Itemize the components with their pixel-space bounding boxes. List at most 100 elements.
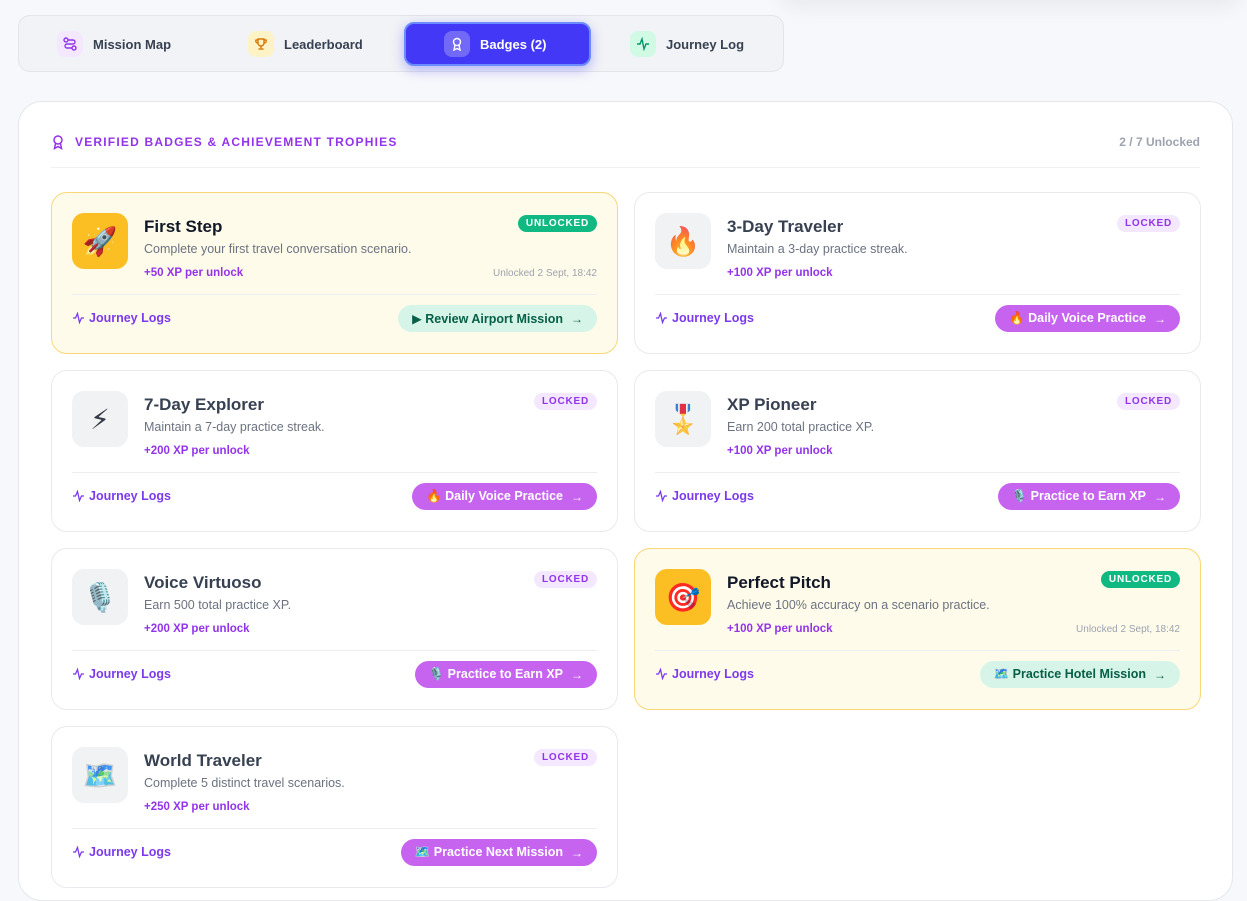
badge-action-button[interactable]: 🗺️ Practice Hotel Mission → bbox=[979, 661, 1180, 688]
journey-logs-label: Journey Logs bbox=[89, 489, 171, 503]
tab-journey-log[interactable]: Journey Log bbox=[630, 22, 780, 66]
badge-xp: +100 XP per unlock bbox=[727, 267, 833, 279]
activity-icon bbox=[630, 31, 656, 57]
journey-logs-link[interactable]: Journey Logs bbox=[72, 845, 171, 859]
badge-card: 🚀 First Step Complete your first travel … bbox=[51, 192, 618, 354]
badge-emoji: 🗺️ bbox=[82, 759, 118, 791]
panel-header: VERIFIED BADGES & ACHIEVEMENT TROPHIES 2… bbox=[51, 135, 1200, 168]
status-badge: LOCKED bbox=[533, 393, 597, 410]
badge-description: Maintain a 3-day practice streak. bbox=[727, 242, 908, 256]
badge-emoji-icon: 🎖️ bbox=[655, 391, 711, 447]
activity-icon bbox=[73, 668, 84, 680]
divider bbox=[72, 650, 597, 651]
badge-title: 3-Day Traveler bbox=[727, 217, 844, 236]
journey-logs-link[interactable]: Journey Logs bbox=[655, 311, 754, 325]
badge-emoji: ⚡ bbox=[90, 403, 110, 435]
journey-logs-label: Journey Logs bbox=[672, 667, 754, 681]
badge-xp: +50 XP per unlock bbox=[144, 267, 244, 279]
badge-action-button[interactable]: 🔥 Daily Voice Practice → bbox=[995, 305, 1180, 332]
badge-description: Complete your first travel conversation … bbox=[144, 242, 412, 256]
trophy-icon bbox=[248, 31, 274, 57]
badge-action-button[interactable]: 🗺️ Practice Next Mission → bbox=[400, 839, 597, 866]
unlock-count: 2 / 7 Unlocked bbox=[1119, 135, 1200, 149]
journey-logs-link[interactable]: Journey Logs bbox=[72, 489, 171, 503]
badge-emoji: 🎙️ bbox=[82, 581, 118, 613]
badge-description: Earn 500 total practice XP. bbox=[144, 598, 292, 612]
badge-action-button[interactable]: 🔥 Daily Voice Practice → bbox=[412, 483, 597, 510]
badge-emoji: 🔥 bbox=[665, 225, 701, 257]
arrow-right-icon: → bbox=[1154, 489, 1166, 504]
badge-action-button[interactable]: 🎙️ Practice to Earn XP → bbox=[414, 661, 597, 688]
badge-xp: +100 XP per unlock bbox=[727, 623, 833, 635]
journey-logs-link[interactable]: Journey Logs bbox=[655, 489, 754, 503]
badge-card: 🗺️ World Traveler Complete 5 distinct tr… bbox=[51, 726, 618, 888]
panel-title: VERIFIED BADGES & ACHIEVEMENT TROPHIES bbox=[75, 135, 398, 149]
badge-card: 🎙️ Voice Virtuoso Earn 500 total practic… bbox=[51, 548, 618, 710]
status-badge: UNLOCKED bbox=[1100, 571, 1180, 588]
journey-logs-label: Journey Logs bbox=[89, 667, 171, 681]
activity-icon bbox=[73, 490, 84, 502]
badge-card: 🎖️ XP Pioneer Earn 200 total practice XP… bbox=[634, 370, 1201, 532]
badge-title: World Traveler bbox=[144, 751, 262, 770]
arrow-right-icon: → bbox=[571, 489, 583, 504]
activity-icon bbox=[656, 490, 667, 502]
unlock-date: Unlocked 2 Sept, 18:42 bbox=[1076, 624, 1180, 635]
badge-emoji: 🚀 bbox=[82, 225, 118, 257]
activity-icon bbox=[73, 846, 84, 858]
divider bbox=[655, 472, 1180, 473]
badge-description: Maintain a 7-day practice streak. bbox=[144, 420, 325, 434]
badge-description: Complete 5 distinct travel scenarios. bbox=[144, 776, 345, 790]
journey-logs-label: Journey Logs bbox=[89, 845, 171, 859]
badge-title: XP Pioneer bbox=[727, 395, 817, 414]
status-badge: LOCKED bbox=[533, 749, 597, 766]
divider bbox=[72, 472, 597, 473]
arrow-right-icon: → bbox=[1154, 667, 1166, 682]
badges-panel: VERIFIED BADGES & ACHIEVEMENT TROPHIES 2… bbox=[18, 101, 1233, 901]
activity-icon bbox=[656, 312, 667, 324]
badge-title: Perfect Pitch bbox=[727, 573, 831, 592]
badge-title: Voice Virtuoso bbox=[144, 573, 262, 592]
tab-label: Leaderboard bbox=[284, 36, 363, 52]
divider bbox=[72, 294, 597, 295]
badge-xp: +250 XP per unlock bbox=[144, 801, 250, 813]
action-label: 🔥 Daily Voice Practice bbox=[426, 489, 563, 503]
journey-logs-link[interactable]: Journey Logs bbox=[655, 667, 754, 681]
status-badge: UNLOCKED bbox=[517, 215, 597, 232]
badge-description: Achieve 100% accuracy on a scenario prac… bbox=[727, 598, 990, 612]
badge-description: Earn 200 total practice XP. bbox=[727, 420, 875, 434]
tab-label: Badges (2) bbox=[480, 36, 547, 52]
status-badge: LOCKED bbox=[533, 571, 597, 588]
badge-icon bbox=[444, 31, 470, 57]
badge-xp: +200 XP per unlock bbox=[144, 623, 250, 635]
badge-xp: +100 XP per unlock bbox=[727, 445, 833, 457]
journey-logs-label: Journey Logs bbox=[89, 311, 171, 325]
tab-label: Mission Map bbox=[93, 36, 172, 52]
badge-card: 🔥 3-Day Traveler Maintain a 3-day practi… bbox=[634, 192, 1201, 354]
action-label: 🎙️ Practice to Earn XP bbox=[428, 667, 563, 681]
badge-action-button[interactable]: ▶ Review Airport Mission → bbox=[398, 305, 597, 332]
badge-emoji-icon: 🗺️ bbox=[72, 747, 128, 803]
action-label: 🗺️ Practice Hotel Mission bbox=[993, 667, 1146, 681]
tab-mission-map[interactable]: Mission Map bbox=[57, 22, 217, 66]
action-label: ▶ Review Airport Mission bbox=[412, 312, 563, 326]
badge-action-button[interactable]: 🎙️ Practice to Earn XP → bbox=[997, 483, 1180, 510]
journey-logs-link[interactable]: Journey Logs bbox=[72, 667, 171, 681]
badge-card: 🎯 Perfect Pitch Achieve 100% accuracy on… bbox=[634, 548, 1201, 710]
arrow-right-icon: → bbox=[1154, 311, 1166, 326]
badge-emoji-icon: 🎯 bbox=[655, 569, 711, 625]
status-badge: LOCKED bbox=[1116, 393, 1180, 410]
tab-leaderboard[interactable]: Leaderboard bbox=[248, 22, 398, 66]
tab-badges[interactable]: Badges (2) bbox=[404, 22, 591, 66]
unlock-date: Unlocked 2 Sept, 18:42 bbox=[493, 268, 597, 279]
journey-logs-label: Journey Logs bbox=[672, 311, 754, 325]
badge-emoji-icon: 🚀 bbox=[72, 213, 128, 269]
arrow-right-icon: → bbox=[571, 311, 583, 326]
journey-logs-link[interactable]: Journey Logs bbox=[72, 311, 171, 325]
journey-logs-label: Journey Logs bbox=[672, 489, 754, 503]
badge-emoji: 🎯 bbox=[665, 581, 701, 613]
action-label: 🔥 Daily Voice Practice bbox=[1009, 311, 1146, 325]
action-label: 🗺️ Practice Next Mission bbox=[414, 845, 563, 859]
status-badge: LOCKED bbox=[1116, 215, 1180, 232]
divider bbox=[655, 650, 1180, 651]
badge-emoji-icon: 🎙️ bbox=[72, 569, 128, 625]
